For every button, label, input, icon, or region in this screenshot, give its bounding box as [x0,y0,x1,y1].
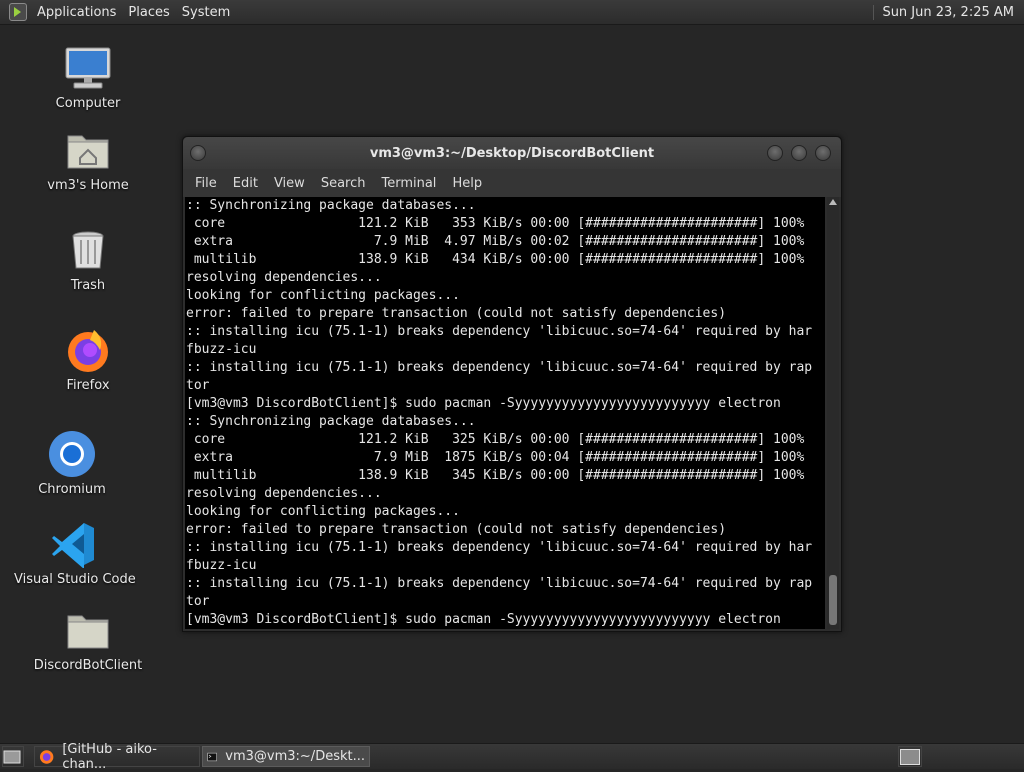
maximize-icon[interactable] [791,145,807,161]
terminal-line: resolving dependencies... [186,270,382,285]
window-title: vm3@vm3:~/Desktop/DiscordBotClient [369,145,655,161]
taskbar-item-firefox[interactable]: [GitHub - aiko-chan... [34,742,200,772]
terminal-line: [vm3@vm3 DiscordBotClient]$ sudo pacman … [186,396,781,411]
terminal-line: extra 7.9 MiB 4.97 MiB/s 00:02 [########… [186,234,805,249]
workspace-icon [900,748,920,765]
menu-file[interactable]: File [187,176,225,191]
trash-icon [64,226,112,274]
bottom-panel: [GitHub - aiko-chan... vm3@vm3:~/Deskt..… [0,742,1024,772]
workspace-switcher[interactable] [898,746,922,767]
terminal-line: tor [186,378,210,393]
desktop-icon-label: Visual Studio Code [14,572,136,587]
scroll-up-icon[interactable] [829,199,837,205]
show-desktop-button[interactable] [2,746,24,767]
menu-applications[interactable]: Applications [31,5,122,20]
window-titlebar[interactable]: vm3@vm3:~/Desktop/DiscordBotClient [183,137,841,169]
close-icon[interactable] [815,145,831,161]
desktop-icon-label: Computer [55,96,121,111]
terminal-line: :: Synchronizing package databases... [186,414,476,429]
taskbar-item-label: vm3@vm3:~/Deskt... [225,749,365,764]
menu-edit[interactable]: Edit [225,176,266,191]
terminal-line: :: installing icu (75.1-1) breaks depend… [186,324,813,339]
taskbar-item-label: [GitHub - aiko-chan... [62,741,157,772]
desktop-icon-home[interactable]: vm3's Home [28,126,148,193]
menu-view[interactable]: View [266,176,313,191]
terminal-line: resolving dependencies... [186,486,382,501]
terminal-line: :: installing icu (75.1-1) breaks depend… [186,576,813,591]
desktop-icon-vscode[interactable]: Visual Studio Code [14,520,136,587]
terminal-line: [vm3@vm3 DiscordBotClient]$ sudo pacman … [186,612,781,627]
desktop-icon-discordbotclient[interactable]: DiscordBotClient [28,606,148,673]
terminal-line: error: failed to prepare transaction (co… [186,522,727,537]
top-panel: Applications Places System Sun Jun 23, 2… [0,0,1024,25]
terminal-line: core 121.2 KiB 325 KiB/s 00:00 [########… [186,432,805,447]
scrollbar-thumb[interactable] [829,575,837,625]
terminal-line: looking for conflicting packages... [186,288,460,303]
desktop-icon-label: Chromium [38,482,106,497]
terminal-line: extra 7.9 MiB 1875 KiB/s 00:04 [########… [186,450,805,465]
terminal-line: fbuzz-icu [186,342,257,357]
clock[interactable]: Sun Jun 23, 2:25 AM [873,4,1020,20]
desktop-icon-label: DiscordBotClient [33,658,143,673]
window-menu-icon[interactable] [190,145,206,161]
menu-search[interactable]: Search [313,176,374,191]
menu-places[interactable]: Places [122,5,175,20]
firefox-icon [39,749,54,764]
desktop-icon-computer[interactable]: Computer [28,44,148,111]
terminal-menubar: File Edit View Search Terminal Help [183,169,841,197]
desktop-icon-chromium[interactable]: Chromium [12,430,132,497]
menu-help[interactable]: Help [444,176,490,191]
vscode-icon [50,520,98,569]
desktop-icon-label: Trash [70,278,106,293]
menu-system[interactable]: System [176,5,236,20]
terminal-output[interactable]: :: Synchronizing package databases... co… [185,197,825,629]
terminal-line: multilib 138.9 KiB 434 KiB/s 00:00 [####… [186,252,805,267]
terminal-scrollbar[interactable] [827,197,839,629]
terminal-line: core 121.2 KiB 353 KiB/s 00:00 [########… [186,216,805,231]
terminal-line: tor [186,594,210,609]
desktop-icon-trash[interactable]: Trash [28,226,148,293]
terminal-window[interactable]: vm3@vm3:~/Desktop/DiscordBotClient File … [182,136,842,632]
terminal-icon [207,752,217,761]
terminal-line: :: installing icu (75.1-1) breaks depend… [186,540,813,555]
home-folder-icon [64,126,112,174]
folder-icon [64,606,112,654]
desktop-icon-label: Firefox [66,378,110,393]
terminal-line: :: installing icu (75.1-1) breaks depend… [186,360,813,375]
chromium-icon [48,430,96,478]
terminal-line: error: failed to prepare transaction (co… [186,306,727,321]
terminal-line: looking for conflicting packages... [186,504,460,519]
show-desktop-icon [3,750,21,763]
terminal-line: :: Synchronizing package databases... [186,198,476,213]
computer-icon [64,44,112,92]
terminal-line: multilib 138.9 KiB 345 KiB/s 00:00 [####… [186,468,805,483]
taskbar-item-terminal[interactable]: vm3@vm3:~/Deskt... [202,746,370,767]
minimize-icon[interactable] [767,145,783,161]
menu-terminal[interactable]: Terminal [373,176,444,191]
desktop-icon-firefox[interactable]: Firefox [28,326,148,393]
firefox-icon [64,326,112,374]
desktop-icon-label: vm3's Home [47,178,129,193]
terminal-line: fbuzz-icu [186,558,257,573]
main-menu-icon[interactable] [9,3,27,21]
